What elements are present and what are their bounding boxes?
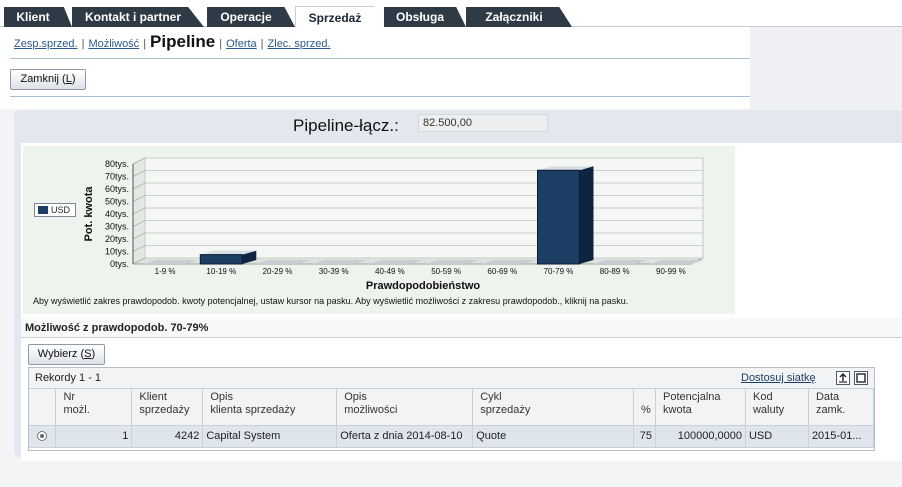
chart-area <box>23 146 735 314</box>
divider <box>10 96 750 97</box>
header-line: Klient <box>139 391 167 403</box>
export-icon[interactable] <box>836 371 850 385</box>
cell-client-description: Capital System <box>202 425 338 448</box>
link-zlec-sprzed[interactable]: Zlec. sprzed. <box>268 38 331 50</box>
row-select-radio[interactable] <box>29 425 57 448</box>
link-mozliwosc[interactable]: Możliwość <box>88 38 139 50</box>
cell-opportunity-number: 1 <box>55 425 133 448</box>
tab-zalaczniki[interactable]: Załączniki <box>466 7 572 27</box>
select-button[interactable]: Wybierz (S) <box>28 344 105 365</box>
column-header[interactable]: Klient sprzedaży <box>131 389 204 426</box>
header-line: Opis <box>344 391 367 403</box>
header-line: waluty <box>752 404 785 416</box>
radio-icon[interactable] <box>37 431 48 442</box>
select-button-key: S <box>84 348 92 360</box>
divider <box>10 58 750 59</box>
pipeline-total-label: Pipeline-łącz.: <box>293 116 399 135</box>
header-line: możliwości <box>344 404 398 416</box>
header-line: Kod <box>752 391 773 403</box>
tab-sprzedaz[interactable]: Sprzedaż <box>295 6 385 28</box>
header-line: kwota <box>663 404 692 416</box>
separator: | <box>81 38 85 50</box>
tab-obsluga[interactable]: Obsługa <box>384 7 466 27</box>
header-line: Opis <box>210 391 233 403</box>
cell-close-date: 2015-01... <box>808 425 875 448</box>
table-header-row: Nr możl. Klient sprzedaży Opis klienta sprz… <box>29 389 875 426</box>
header-line: sprzedaży <box>139 404 190 416</box>
customize-grid-link[interactable]: Dostosuj siatkę <box>741 372 816 384</box>
separator: | <box>260 38 264 50</box>
table-row[interactable]: 1 4242 Capital System Oferta z dnia 2014… <box>29 425 875 448</box>
column-header[interactable]: Opis klienta sprzedaży <box>202 389 338 426</box>
tab-kontakt-i-partner[interactable]: Kontakt i partner <box>72 7 204 27</box>
chart-hint: Aby wyświetlić zakres prawdopodob. kwoty… <box>33 296 629 306</box>
column-header[interactable]: Kod waluty <box>745 389 809 426</box>
maximize-icon[interactable] <box>854 371 868 385</box>
pipeline-total-value: 82.500,00 <box>418 114 548 132</box>
header-line: % <box>641 404 651 416</box>
select-button-label: Wybierz <box>37 348 78 360</box>
legend-label: USD <box>51 205 71 215</box>
close-button-label: Zamknij <box>20 73 59 85</box>
grid-toolbar: Rekordy 1 - 1 Dostosuj siatkę <box>29 368 874 389</box>
header-line: zamk. <box>815 404 846 416</box>
header-line: Potencjalna <box>663 391 721 403</box>
header-line: sprzedaży <box>480 404 531 416</box>
column-header[interactable]: Data zamk. <box>808 389 875 426</box>
section-title: Możliwość z prawdopodob. 70-79% <box>21 318 902 338</box>
opportunity-grid: Rekordy 1 - 1 Dostosuj siatkę Nr możl. Kl… <box>28 367 875 451</box>
cell-sales-cycle: Quote <box>472 425 635 448</box>
column-header[interactable]: Opis możliwości <box>336 389 474 426</box>
chart-legend: USD <box>34 203 76 217</box>
separator: | <box>143 38 147 50</box>
page-title: Pipeline <box>150 32 216 51</box>
header-line: Nr <box>63 391 76 403</box>
opportunity-table: Nr możl. Klient sprzedaży Opis klienta sprz… <box>29 389 875 448</box>
header-line: możl. <box>63 404 90 416</box>
column-header-select <box>29 389 57 426</box>
header-line: Data <box>815 391 840 403</box>
link-zesp-sprzed[interactable]: Zesp.sprzed. <box>14 38 78 50</box>
record-count: Rekordy 1 - 1 <box>35 372 102 384</box>
header-right-band <box>750 27 902 109</box>
close-button-key: L <box>65 73 72 85</box>
cell-opportunity-description: Oferta z dnia 2014-08-10 <box>336 425 474 448</box>
tab-operacje[interactable]: Operacje <box>207 7 295 27</box>
legend-swatch <box>38 206 48 214</box>
cell-percent: 75 <box>633 425 657 448</box>
cell-currency: USD <box>745 425 809 448</box>
header-line: klienta sprzedaży <box>210 404 296 416</box>
breadcrumb: Zesp.sprzed. | Możliwość | Pipeline | Of… <box>14 32 331 54</box>
column-header[interactable]: Cykl sprzedaży <box>472 389 635 426</box>
column-header[interactable]: Nr możl. <box>55 389 133 426</box>
separator: | <box>219 38 223 50</box>
tab-klient[interactable]: Klient <box>4 7 72 27</box>
cell-potential-amount: 100000,0000 <box>655 425 746 448</box>
link-oferta[interactable]: Oferta <box>226 38 257 50</box>
tab-bar: Klient Kontakt i partner Operacje Sprzed… <box>0 0 902 28</box>
header-line: Cykl <box>480 391 502 403</box>
close-button[interactable]: Zamknij (L) <box>10 69 86 90</box>
column-header[interactable]: Potencjalna kwota <box>655 389 746 426</box>
cell-client-number: 4242 <box>131 425 204 448</box>
column-header[interactable]: % <box>633 389 657 426</box>
